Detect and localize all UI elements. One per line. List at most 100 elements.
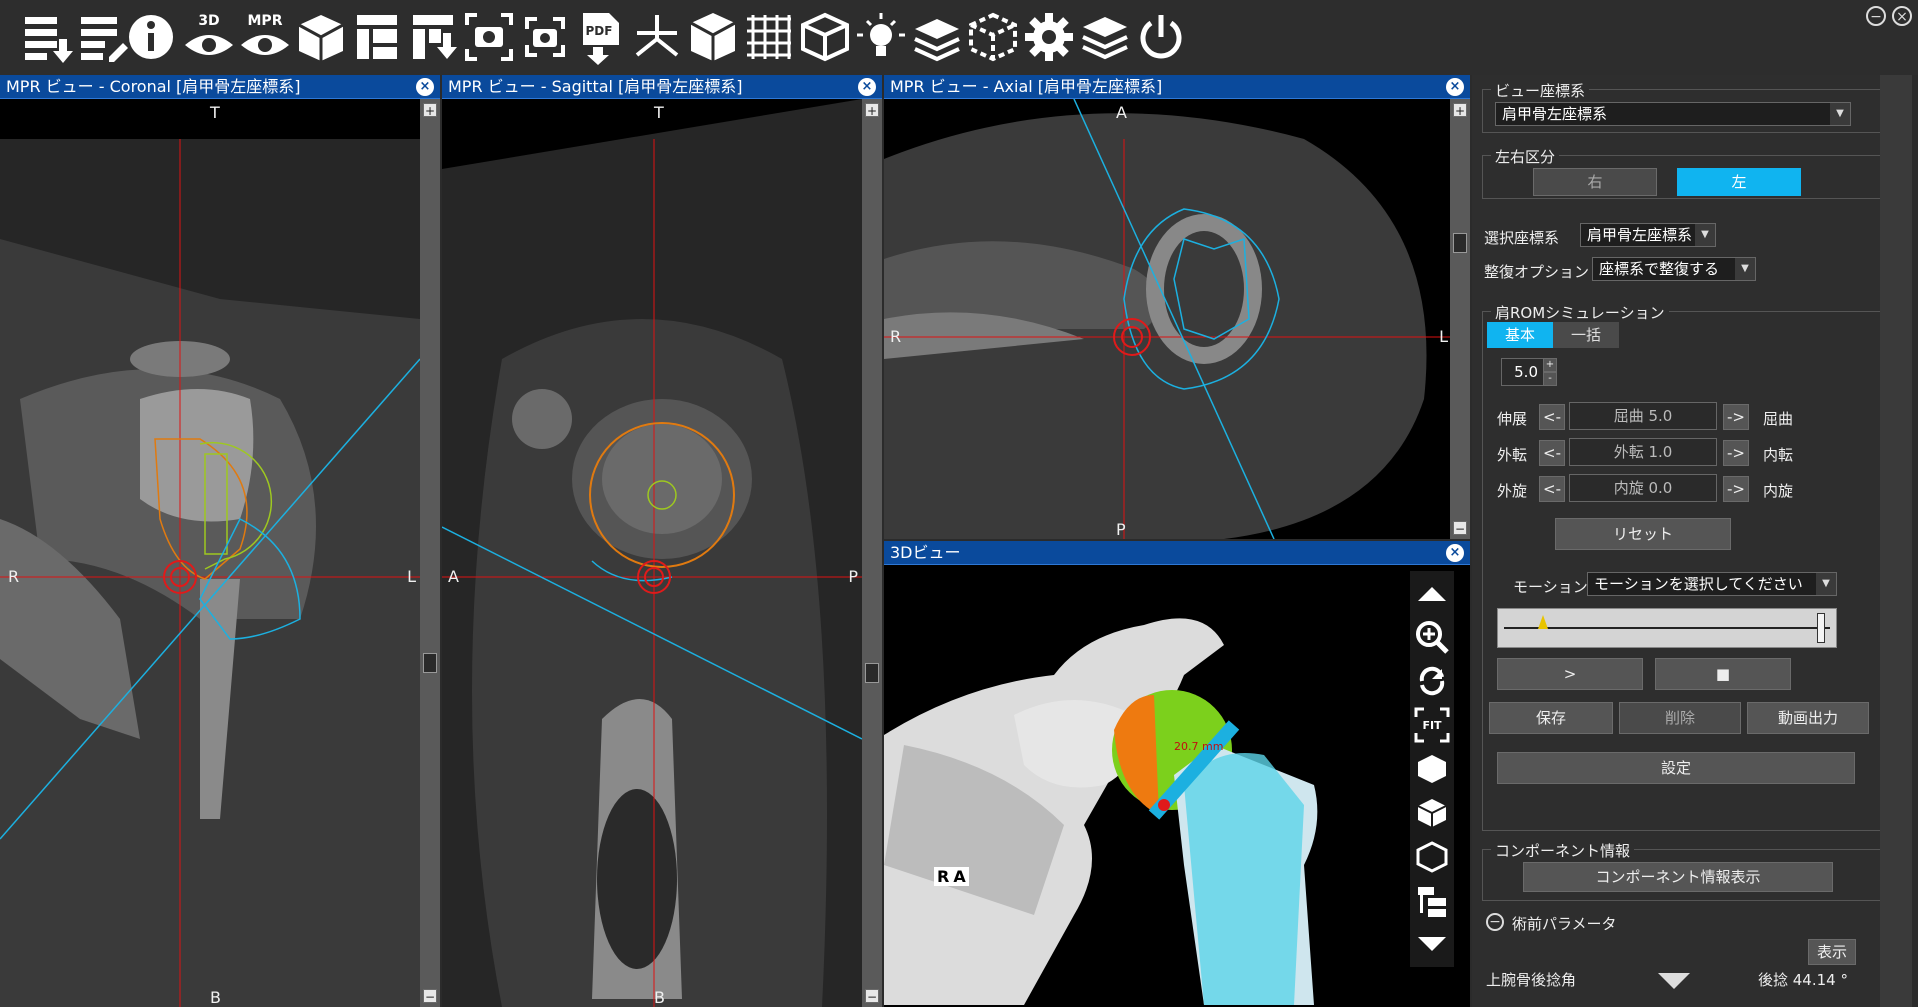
axial-scroll-thumb[interactable] [1453,233,1467,253]
fit-icon[interactable]: FIT [1410,703,1454,747]
play-button[interactable]: > [1497,658,1643,690]
collapse-icon[interactable]: − [1486,913,1504,931]
coronal-scrollbar[interactable]: + − [420,99,440,1007]
minimize-icon[interactable]: − [1866,6,1886,26]
3d-render[interactable]: 20.7 mm RA [884,565,1470,1007]
3d-orient-r: R [937,867,950,886]
preop-row-value: 後捻 44.14 ° [1758,971,1848,989]
sagittal-scroll-down[interactable]: − [865,989,879,1004]
cube-side-icon[interactable] [1410,835,1454,879]
layers-3d-icon[interactable] [906,6,968,68]
motion-slider[interactable] [1497,608,1837,648]
axial-scrollbar[interactable]: + − [1450,99,1470,539]
3d-view[interactable]: 3Dビュー × 20.7 mm RA FIT [884,541,1470,1007]
settings-gear-icon[interactable] [1018,6,1080,68]
step-down-button[interactable]: - [1543,372,1557,386]
view-coords-select[interactable]: 肩甲骨左座標系 ▼ [1495,102,1851,126]
step-up-button[interactable]: + [1543,358,1557,372]
motion-select[interactable]: モーションを選択してください ▼ [1587,572,1837,596]
coronal-scroll-up[interactable]: + [423,103,437,118]
rom-row2-value[interactable]: 外転 1.0 [1569,438,1717,466]
light-icon[interactable] [850,6,912,68]
side-right-button[interactable]: 右 [1533,168,1657,196]
reset-button[interactable]: リセット [1555,518,1731,550]
sagittal-scroll-up[interactable]: + [865,103,879,118]
coronal-orient-top: T [210,103,220,122]
tab-basic[interactable]: 基本 [1487,322,1553,348]
panel-scrollbar[interactable] [1880,75,1912,1007]
coronal-scroll-down[interactable]: − [423,989,437,1004]
coronal-view[interactable]: MPR ビュー - Coronal [肩甲骨左座標系] × T B R L + [0,75,440,1007]
3d-view-icon[interactable]: 3D [178,6,240,68]
sagittal-orient-right: P [848,567,858,586]
axis-icon[interactable] [626,6,688,68]
axial-scroll-up[interactable]: + [1453,103,1467,118]
reduction-select[interactable]: 座標系で整復する ▼ [1592,257,1756,281]
settings-button[interactable]: 設定 [1497,752,1855,784]
sagittal-image[interactable]: T B A P [442,99,862,1007]
rom-row1-inc[interactable]: -> [1723,404,1749,430]
power-icon[interactable] [1130,6,1192,68]
sagittal-scrollbar[interactable]: + − [862,99,882,1007]
rom-row3-dec[interactable]: <- [1539,476,1565,502]
info-icon[interactable] [120,6,182,68]
coronal-image[interactable]: T B R L [0,99,420,1007]
tab-batch[interactable]: 一括 [1553,322,1619,348]
rom-row2-right: 内転 [1763,446,1794,464]
save-button[interactable]: 保存 [1489,702,1613,734]
sagittal-orient-bottom: B [654,988,665,1007]
grid-icon[interactable] [738,6,800,68]
rom-row1-dec[interactable]: <- [1539,404,1565,430]
stack-icon[interactable] [1074,6,1136,68]
rotate-icon[interactable] [1410,659,1454,703]
mpr-view-icon[interactable]: MPR [234,6,296,68]
axial-view[interactable]: MPR ビュー - Axial [肩甲骨左座標系] × A P R L + − [884,75,1470,539]
coronal-close-icon[interactable]: × [416,78,434,96]
rom-row2-left: 外転 [1497,446,1528,464]
orientation-cube-icon[interactable] [682,6,744,68]
nav-down-icon[interactable] [1410,923,1454,967]
sagittal-scroll-thumb[interactable] [865,663,879,683]
coronal-scroll-thumb[interactable] [423,653,437,673]
zoom-in-icon[interactable] [1410,615,1454,659]
coronal-view-title: MPR ビュー - Coronal [肩甲骨左座標系] [0,75,440,99]
axial-image[interactable]: A P R L [884,99,1450,539]
close-window-icon[interactable]: × [1892,6,1912,26]
nav-up-icon[interactable] [1410,571,1454,615]
layout-icon[interactable] [346,6,408,68]
pdf-export-icon[interactable]: PDF [570,6,632,68]
video-export-button[interactable]: 動画出力 [1747,702,1869,734]
sagittal-close-icon[interactable]: × [858,78,876,96]
rom-row3-inc[interactable]: -> [1723,476,1749,502]
rom-row2-dec[interactable]: <- [1539,440,1565,466]
component-info-button[interactable]: コンポーネント情報表示 [1523,862,1833,892]
stop-button[interactable]: ■ [1655,658,1791,690]
rom-row1-value[interactable]: 屈曲 5.0 [1569,402,1717,430]
rom-row3-value[interactable]: 内旋 0.0 [1569,474,1717,502]
motion-slider-marker[interactable] [1538,615,1549,629]
3d-close-icon[interactable]: × [1446,544,1464,562]
multi-screenshot-icon[interactable] [514,6,576,68]
triangle-down-icon[interactable] [1658,973,1690,989]
select-coords-select[interactable]: 肩甲骨左座標系 ▼ [1580,223,1716,247]
delete-button[interactable]: 削除 [1619,702,1741,734]
cube-front-icon[interactable] [1410,791,1454,835]
motion-slider-thumb[interactable] [1817,613,1826,643]
wireframe-cube-icon[interactable] [794,6,856,68]
preop-show-button[interactable]: 表示 [1808,939,1856,965]
rom-title: 肩ROMシミュレーション [1491,302,1669,323]
motion-label: モーション [1513,578,1588,596]
tree-icon[interactable] [1410,879,1454,923]
sagittal-view[interactable]: MPR ビュー - Sagittal [肩甲骨左座標系] × T B A P + [442,75,882,1007]
side-left-button[interactable]: 左 [1677,168,1801,196]
export-list-icon[interactable] [16,6,78,68]
axial-close-icon[interactable]: × [1446,78,1464,96]
layout-export-icon[interactable] [402,6,464,68]
axial-scroll-down[interactable]: − [1453,521,1467,536]
cube-rotate-icon[interactable] [1410,747,1454,791]
volume-cube-icon[interactable] [290,6,352,68]
rom-row2-inc[interactable]: -> [1723,440,1749,466]
select-coords-value: 肩甲骨左座標系 [1587,226,1693,244]
dashed-cube-icon[interactable] [962,6,1024,68]
screenshot-icon[interactable] [458,6,520,68]
